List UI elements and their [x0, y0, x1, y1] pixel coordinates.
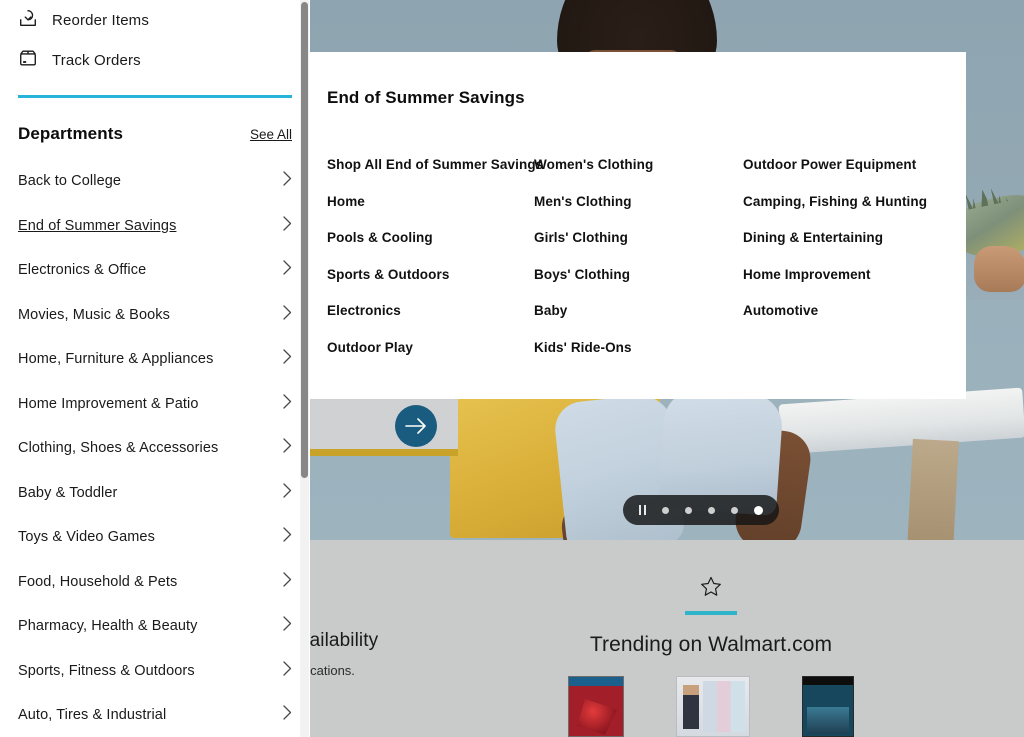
sidebar-item-label: Home, Furniture & Appliances — [18, 351, 214, 368]
mega-link-outdoor-power-equipment[interactable]: Outdoor Power Equipment — [743, 158, 953, 172]
carousel-dot-5[interactable] — [754, 505, 763, 515]
mega-menu-column-2: Women's Clothing Men's Clothing Girls' C… — [534, 158, 743, 377]
sidebar-item-label: Reorder Items — [52, 11, 149, 29]
sidebar-item-label: Home Improvement & Patio — [18, 395, 199, 412]
sidebar-item-label: Food, Household & Pets — [18, 573, 178, 590]
sidebar-item-label: Sports, Fitness & Outdoors — [18, 662, 195, 679]
mega-menu-columns: Shop All End of Summer Savings Home Pool… — [327, 158, 966, 377]
chevron-right-icon — [283, 438, 292, 458]
mega-link-baby[interactable]: Baby — [534, 304, 743, 318]
chevron-right-icon — [283, 661, 292, 681]
reorder-box-arrow-icon — [18, 8, 38, 33]
sidebar-item-label: Toys & Video Games — [18, 529, 155, 546]
carousel-dot-4[interactable] — [731, 506, 738, 514]
sidebar-item-electronics-office[interactable]: Electronics & Office — [0, 248, 310, 293]
chevron-right-icon — [283, 260, 292, 280]
availability-title: vailability — [300, 630, 379, 651]
sidebar-item-sports-fitness-outdoors[interactable]: Sports, Fitness & Outdoors — [0, 649, 310, 694]
sidebar-quick-links: Reorder Items Track Orders — [0, 0, 310, 80]
mega-menu-panel: End of Summer Savings Shop All End of Su… — [310, 52, 966, 399]
sidebar-item-label: Auto, Tires & Industrial — [18, 707, 167, 724]
sidebar-item-food-household-pets[interactable]: Food, Household & Pets — [0, 560, 310, 605]
sidebar-item-label: Back to College — [18, 173, 122, 190]
sidebar-item-auto-tires-industrial[interactable]: Auto, Tires & Industrial — [0, 693, 310, 737]
trending-thumbnails — [483, 676, 939, 737]
sidebar-item-label: Movies, Music & Books — [18, 306, 170, 323]
trending-section: Trending on Walmart.com — [483, 570, 939, 657]
sidebar-item-home-improvement-patio[interactable]: Home Improvement & Patio — [0, 382, 310, 427]
chevron-right-icon — [283, 305, 292, 325]
sidebar-divider — [18, 95, 292, 98]
mega-menu-column-1: Shop All End of Summer Savings Home Pool… — [327, 158, 543, 377]
package-box-icon — [18, 48, 38, 73]
trending-rule — [685, 611, 737, 615]
carousel-controls[interactable] — [623, 495, 779, 525]
mega-link-camping-fishing-hunting[interactable]: Camping, Fishing & Hunting — [743, 194, 953, 209]
sidebar-item-label: Track Orders — [52, 51, 141, 69]
chevron-right-icon — [283, 616, 292, 636]
sidebar-item-clothing-shoes-accessories[interactable]: Clothing, Shoes & Accessories — [0, 426, 310, 471]
carousel-dot-1[interactable] — [662, 506, 669, 514]
sidebar-item-label: Clothing, Shoes & Accessories — [18, 440, 219, 457]
mega-link-kids-ride-ons[interactable]: Kids' Ride-Ons — [534, 340, 743, 355]
mega-link-shop-all[interactable]: Shop All End of Summer Savings — [327, 158, 543, 172]
department-sidebar: Reorder Items Track Orders Departments S… — [0, 0, 310, 737]
mega-link-mens-clothing[interactable]: Men's Clothing — [534, 194, 743, 209]
walmart-page: vailability locations. Trending on Walma… — [0, 0, 1024, 737]
mega-menu-column-3: Outdoor Power Equipment Camping, Fishing… — [743, 158, 953, 377]
chevron-right-icon — [283, 216, 292, 236]
star-icon — [483, 576, 939, 602]
carousel-next-button[interactable] — [395, 405, 437, 447]
chevron-right-icon — [283, 394, 292, 414]
sidebar-item-pharmacy-health-beauty[interactable]: Pharmacy, Health & Beauty — [0, 604, 310, 649]
sidebar-item-toys-video-games[interactable]: Toys & Video Games — [0, 515, 310, 560]
trending-title: Trending on Walmart.com — [589, 633, 833, 656]
sidebar-item-label: Electronics & Office — [18, 262, 147, 279]
mega-link-home[interactable]: Home — [327, 194, 534, 209]
arrow-right-icon — [405, 417, 427, 435]
sidebar-item-end-of-summer-savings[interactable]: End of Summer Savings — [0, 204, 310, 249]
sidebar-item-back-to-college[interactable]: Back to College — [0, 159, 310, 204]
thumbnail-spider-man-ps4-game[interactable] — [568, 676, 624, 737]
departments-header: Departments See All — [0, 124, 310, 144]
chevron-right-icon — [283, 483, 292, 503]
chevron-right-icon — [283, 349, 292, 369]
mega-menu-title: End of Summer Savings — [327, 88, 525, 107]
mega-link-home-improvement[interactable]: Home Improvement — [743, 267, 953, 282]
chevron-right-icon — [283, 705, 292, 725]
departments-list: Back to College End of Summer Savings El… — [0, 159, 310, 737]
departments-heading: Departments — [18, 124, 124, 143]
mega-link-boys-clothing[interactable]: Boys' Clothing — [534, 267, 743, 282]
chevron-right-icon — [283, 171, 292, 191]
mega-link-dining-entertaining[interactable]: Dining & Entertaining — [743, 231, 953, 245]
mega-link-sports-outdoors[interactable]: Sports & Outdoors — [327, 267, 534, 282]
mega-link-outdoor-play[interactable]: Outdoor Play — [327, 340, 534, 355]
sidebar-item-home-furniture-appliances[interactable]: Home, Furniture & Appliances — [0, 337, 310, 382]
pause-icon[interactable] — [639, 505, 646, 515]
carousel-dot-2[interactable] — [685, 506, 692, 514]
sidebar-item-label: Baby & Toddler — [18, 484, 118, 501]
mega-link-girls-clothing[interactable]: Girls' Clothing — [534, 231, 743, 245]
see-all-link[interactable]: See All — [250, 127, 292, 142]
hero-hand — [974, 246, 1024, 292]
hero-slide-accent-bar — [310, 449, 458, 456]
mega-link-pools-cooling[interactable]: Pools & Cooling — [327, 231, 534, 245]
sidebar-item-movies-music-books[interactable]: Movies, Music & Books — [0, 293, 310, 338]
mega-link-electronics[interactable]: Electronics — [327, 304, 534, 318]
sidebar-item-baby-toddler[interactable]: Baby & Toddler — [0, 471, 310, 516]
carousel-dot-3[interactable] — [708, 506, 715, 514]
sidebar-item-track-orders[interactable]: Track Orders — [18, 40, 292, 80]
thumbnail-jurassic-world-4k-bluray[interactable] — [802, 676, 854, 737]
chevron-right-icon — [283, 527, 292, 547]
sidebar-item-label: Pharmacy, Health & Beauty — [18, 618, 198, 635]
sidebar-scrollbar-thumb[interactable] — [301, 2, 308, 478]
thumbnail-toy-collection-bundle[interactable] — [676, 676, 750, 737]
mega-link-womens-clothing[interactable]: Women's Clothing — [534, 158, 743, 172]
sidebar-item-label: End of Summer Savings — [18, 217, 177, 234]
sidebar-item-reorder-items[interactable]: Reorder Items — [18, 0, 292, 40]
mega-link-automotive[interactable]: Automotive — [743, 304, 953, 318]
hero-table-leg — [907, 438, 959, 540]
chevron-right-icon — [283, 572, 292, 592]
